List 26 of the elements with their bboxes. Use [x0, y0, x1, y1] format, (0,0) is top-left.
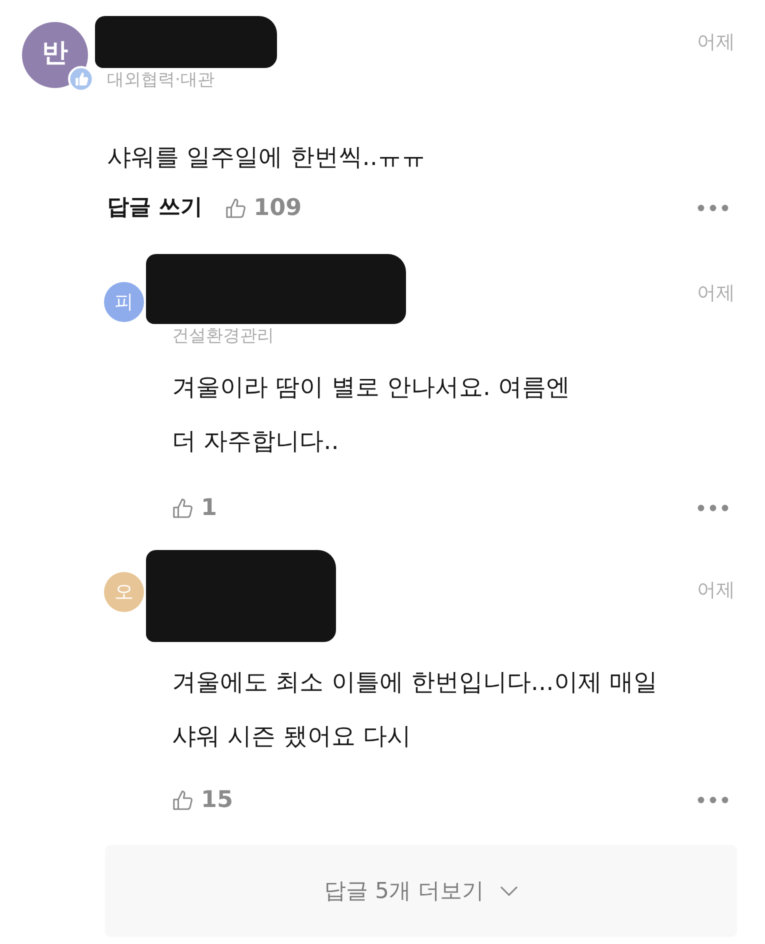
more-icon	[697, 504, 729, 512]
comment-time: 어제	[697, 30, 735, 54]
comment-time: 어제	[697, 578, 735, 602]
like-button[interactable]: 15	[172, 786, 234, 814]
like-button[interactable]: 1	[172, 494, 218, 522]
comment-time: 어제	[697, 281, 735, 305]
user-avatar: 피	[104, 282, 144, 322]
thumbs-up-icon	[172, 788, 195, 812]
like-button[interactable]: 109	[224, 194, 302, 222]
more-options-button[interactable]	[697, 204, 729, 212]
more-icon	[697, 796, 729, 804]
thumbs-up-icon	[172, 496, 195, 520]
comment-text: 겨울이라 땀이 별로 안나서요. 여름엔 더 자주합니다..	[172, 372, 572, 457]
write-reply-button[interactable]: 답글 쓰기	[107, 194, 203, 222]
more-replies-button[interactable]: 답글 5개 더보기	[105, 845, 737, 937]
comment-text: 겨울에도 최소 이틀에 한번입니다...이제 매일 샤워 시즌 됐어요 다시	[172, 667, 658, 752]
more-icon	[697, 204, 729, 212]
user-avatar: 오	[104, 572, 144, 612]
user-department: 대외협력·대관	[107, 69, 216, 92]
chevron-down-icon	[500, 886, 518, 896]
user-avatar: 반	[22, 22, 88, 88]
user-department: 건설환경관리	[172, 325, 275, 348]
more-options-button[interactable]	[697, 504, 729, 512]
thumbs-up-icon	[224, 196, 248, 220]
comment-text: 샤워를 일주일에 한번씩..ㅠㅠ	[107, 142, 427, 173]
more-options-button[interactable]	[697, 796, 729, 804]
